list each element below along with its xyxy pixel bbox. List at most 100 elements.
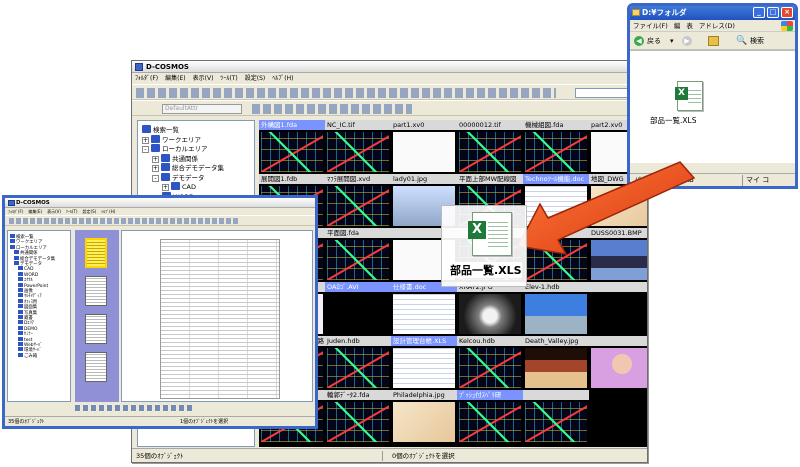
tree-item[interactable]: ｾﾐﾅｰ bbox=[18, 331, 33, 337]
toolbar-icons[interactable] bbox=[136, 88, 556, 98]
tree-item[interactable]: + ワークエリア bbox=[142, 134, 201, 144]
page-thumbnail[interactable] bbox=[85, 276, 107, 306]
preview-folder-tree[interactable]: 検索一覧 ワークエリア ローカルエリア 共通関係 総合デモデータ集 デモデータ CAD WOR… bbox=[7, 230, 71, 402]
preview-toolbar bbox=[5, 215, 315, 226]
thumbnail-cell[interactable]: Philadelphia.jpg bbox=[391, 390, 457, 443]
thumbnail-cell[interactable]: 輪郭ﾃﾞｰﾀ2.fda bbox=[325, 390, 391, 443]
minimize-button[interactable]: _ bbox=[753, 7, 765, 18]
tree-item[interactable]: - ローカルエリア bbox=[142, 144, 208, 153]
menu-item[interactable]: ﾌｫﾙﾀﾞ(F) bbox=[135, 75, 158, 82]
thumbnail-image bbox=[591, 348, 647, 388]
thumbnail-cell[interactable]: 外構図1.fda bbox=[259, 120, 325, 173]
page-thumbnail[interactable] bbox=[85, 238, 107, 268]
menu-item[interactable]: 設定(S) bbox=[83, 209, 97, 214]
page-thumbnail-strip[interactable] bbox=[75, 230, 119, 402]
thumbnail-cell[interactable]: Juden.hdb bbox=[325, 336, 391, 389]
document-preview[interactable] bbox=[121, 230, 313, 402]
folder-icon bbox=[10, 234, 15, 238]
explorer-file-name[interactable]: 部品一覧.XLS bbox=[650, 115, 697, 126]
menu-item[interactable]: 表 bbox=[686, 22, 693, 30]
view-toolbar-icons[interactable] bbox=[252, 104, 412, 114]
up-folder-icon[interactable] bbox=[708, 36, 719, 46]
thumbnail-cell[interactable] bbox=[589, 282, 647, 335]
tree-item[interactable]: 図面集 bbox=[18, 304, 37, 310]
thumbnail-cell[interactable]: ﾏﾌﾗ展開図.xvd bbox=[325, 174, 391, 227]
thumbnail-cell[interactable] bbox=[523, 390, 589, 443]
thumbnail-cell[interactable]: NC_IC.tif bbox=[325, 120, 391, 173]
page-thumbnail[interactable] bbox=[85, 314, 107, 344]
dragged-file[interactable]: X 部品一覧.XLS bbox=[441, 205, 527, 287]
thumbnail-cell[interactable] bbox=[589, 336, 647, 389]
thumbnail-cell[interactable]: 仕様書.doc bbox=[391, 282, 457, 335]
thumbnail-cell[interactable]: OAﾛｺﾞ.AVI bbox=[325, 282, 391, 335]
tree-item[interactable]: 検索一覧 bbox=[142, 125, 179, 134]
thumbnail-cell[interactable]: Elev-1.hdb bbox=[523, 282, 589, 335]
tree-item[interactable]: PowerPoint bbox=[18, 282, 48, 289]
search-button-label[interactable]: 検索 bbox=[750, 32, 764, 50]
tree-item[interactable]: ｴｸｾﾙ bbox=[18, 277, 33, 283]
tree-item[interactable]: ワークエリア bbox=[10, 239, 42, 245]
back-dropdown-icon[interactable]: ▾ bbox=[670, 32, 674, 50]
menu-item[interactable]: 設定(S) bbox=[245, 75, 266, 82]
menu-item[interactable]: ファイル(F) bbox=[633, 22, 668, 30]
app-icon bbox=[135, 63, 143, 71]
tree-expander-icon[interactable]: + bbox=[152, 155, 159, 163]
back-arrow-icon[interactable]: ◀ bbox=[634, 36, 644, 46]
menu-item[interactable]: ﾂｰﾙ(T) bbox=[66, 209, 78, 214]
attr-select[interactable]: DefaultAttr bbox=[162, 104, 242, 114]
tree-item[interactable]: 共通関係 bbox=[14, 250, 38, 256]
excel-file-icon[interactable]: X bbox=[675, 81, 703, 111]
menu-item[interactable]: ﾂｰﾙ(T) bbox=[220, 75, 237, 82]
folder-icon bbox=[18, 336, 23, 341]
menu-item[interactable]: 編集(E) bbox=[28, 209, 42, 214]
forward-arrow-icon[interactable]: ▶ bbox=[682, 36, 692, 46]
tree-item[interactable]: 環境ｻｰﾊﾞ bbox=[18, 347, 42, 353]
close-button[interactable]: × bbox=[781, 7, 793, 18]
menu-item[interactable]: ﾍﾙﾌﾟ(H) bbox=[101, 209, 115, 214]
menu-item[interactable]: 表示(V) bbox=[193, 75, 214, 82]
preview-toolbar-icons[interactable] bbox=[9, 218, 239, 224]
page-navigation[interactable] bbox=[75, 403, 313, 413]
menu-item[interactable]: ﾌｫﾙﾀﾞ(F) bbox=[8, 209, 23, 214]
folder-icon bbox=[632, 9, 640, 16]
tree-item[interactable]: test bbox=[18, 336, 32, 343]
thumbnail-image bbox=[459, 348, 521, 388]
thumbnail-image bbox=[327, 294, 389, 334]
back-button-label[interactable]: 戻る bbox=[647, 32, 661, 50]
thumbnail-cell[interactable]: 平面図.fda bbox=[325, 228, 391, 281]
tree-expander-icon[interactable]: - bbox=[142, 146, 149, 153]
tree-expander-icon[interactable]: - bbox=[152, 174, 159, 182]
explorer-file-area[interactable]: X 部品一覧.XLS bbox=[630, 50, 795, 163]
thumbnail-cell[interactable]: Kelcou.hdb bbox=[457, 336, 523, 389]
tree-item[interactable]: ﾏﾙﾁﾒﾃﾞｨｱ bbox=[18, 293, 42, 299]
menu-item[interactable]: 表示(V) bbox=[47, 209, 61, 214]
tree-expander-icon[interactable]: + bbox=[142, 136, 149, 144]
thumbnail-cell[interactable]: part1.xv0 bbox=[391, 120, 457, 173]
thumbnail-label bbox=[589, 336, 647, 346]
tree-item[interactable]: Dｴﾘｱ bbox=[18, 320, 34, 326]
page-thumbnail[interactable] bbox=[85, 352, 107, 382]
thumbnail-cell[interactable]: Death_Valley.jpg bbox=[523, 336, 589, 389]
search-icon[interactable]: 🔍 bbox=[736, 32, 747, 50]
folder-icon bbox=[10, 239, 15, 244]
menu-item[interactable]: 編集(E) bbox=[165, 75, 185, 82]
tree-item[interactable]: 総合デモデータ集 bbox=[14, 255, 55, 262]
preview-titlebar: D-COSMOS bbox=[5, 198, 315, 208]
tree-item[interactable]: + CAD bbox=[162, 182, 196, 191]
menu-item[interactable]: アドレス(D) bbox=[699, 22, 735, 30]
menu-item[interactable]: ﾍﾙﾌﾟ(H) bbox=[272, 75, 293, 82]
thumbnail-cell[interactable]: 設計管理台帳.XLS bbox=[391, 336, 457, 389]
tree-item[interactable]: + 共通関係 bbox=[152, 153, 198, 163]
thumbnail-cell[interactable]: ﾌﾟｯｼｭ付ｽﾍﾟﾘ研 bbox=[457, 390, 523, 443]
tree-expander-icon[interactable]: + bbox=[162, 184, 169, 191]
tree-item[interactable]: CAD bbox=[18, 266, 33, 272]
tree-expander-icon[interactable]: + bbox=[152, 165, 159, 172]
tree-item[interactable]: 写真集 bbox=[18, 309, 37, 316]
folder-icon bbox=[151, 134, 160, 143]
tree-item[interactable]: + 総合デモデータ集 bbox=[152, 163, 224, 172]
thumbnail-cell[interactable]: XRAY2.JPG bbox=[457, 282, 523, 335]
tree-item[interactable]: ごみ箱 bbox=[18, 352, 37, 359]
menu-item[interactable]: 編 bbox=[674, 22, 681, 30]
maximize-button[interactable]: □ bbox=[767, 7, 779, 18]
tree-item[interactable]: - デモデータ bbox=[152, 172, 205, 182]
